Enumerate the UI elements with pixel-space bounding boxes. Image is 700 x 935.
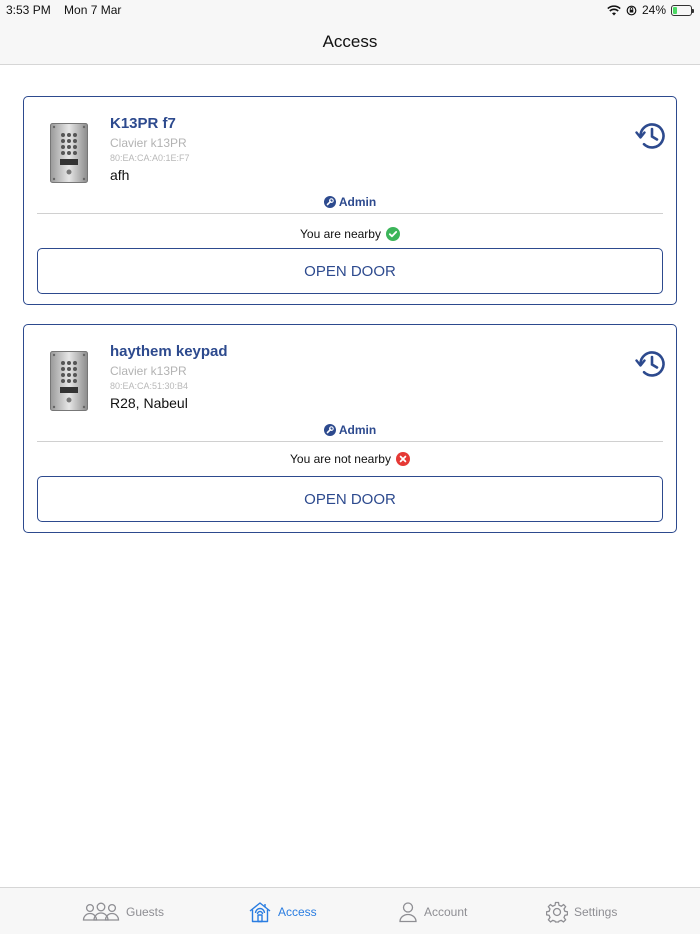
tab-label: Settings bbox=[574, 905, 617, 919]
tab-guests[interactable]: Guests bbox=[82, 888, 164, 935]
device-mac-address: 80:EA:CA:51:30:B4 bbox=[110, 381, 188, 391]
device-mac-address: 80:EA:CA:A0:1E:F7 bbox=[110, 153, 190, 163]
role-badge: Admin bbox=[24, 195, 676, 209]
tab-label: Access bbox=[278, 905, 317, 919]
device-location: afh bbox=[110, 167, 129, 183]
navigation-bar: Access bbox=[0, 20, 700, 65]
wrench-icon bbox=[324, 196, 336, 208]
tab-account[interactable]: Account bbox=[398, 888, 467, 935]
divider bbox=[37, 213, 663, 214]
gear-icon bbox=[546, 901, 568, 923]
device-model: Clavier k13PR bbox=[110, 136, 187, 150]
device-name: haythem keypad bbox=[110, 343, 228, 360]
open-door-button[interactable]: OPEN DOOR bbox=[37, 248, 663, 294]
wrench-icon bbox=[324, 424, 336, 436]
tab-label: Guests bbox=[126, 905, 164, 919]
status-time: 3:53 PM bbox=[6, 3, 51, 17]
wifi-icon bbox=[607, 5, 621, 16]
device-card: haythem keypad Clavier k13PR 80:EA:CA:51… bbox=[23, 324, 677, 533]
divider bbox=[37, 441, 663, 442]
keypad-device-image bbox=[50, 123, 88, 183]
guests-icon bbox=[82, 902, 120, 922]
proximity-status: You are nearby bbox=[24, 227, 676, 241]
tab-label: Account bbox=[424, 905, 467, 919]
open-door-button[interactable]: OPEN DOOR bbox=[37, 476, 663, 522]
tab-access[interactable]: Access bbox=[248, 888, 317, 935]
page-title: Access bbox=[323, 32, 378, 52]
proximity-text: You are not nearby bbox=[290, 452, 391, 466]
role-badge: Admin bbox=[24, 423, 676, 437]
battery-percent: 24% bbox=[642, 3, 666, 17]
device-location: R28, Nabeul bbox=[110, 395, 188, 411]
device-model: Clavier k13PR bbox=[110, 364, 187, 378]
battery-icon bbox=[671, 5, 692, 16]
x-circle-icon bbox=[396, 452, 410, 466]
status-date: Mon 7 Mar bbox=[64, 3, 121, 17]
device-name: K13PR f7 bbox=[110, 115, 176, 132]
person-icon bbox=[398, 901, 418, 923]
check-circle-icon bbox=[386, 227, 400, 241]
home-access-icon bbox=[248, 901, 272, 923]
device-card: K13PR f7 Clavier k13PR 80:EA:CA:A0:1E:F7… bbox=[23, 96, 677, 305]
role-label: Admin bbox=[339, 195, 376, 209]
proximity-status: You are not nearby bbox=[24, 452, 676, 466]
status-bar: 3:53 PM Mon 7 Mar 24% bbox=[0, 0, 700, 20]
history-icon[interactable] bbox=[634, 119, 668, 153]
tab-bar: Guests Access Account bbox=[0, 887, 700, 934]
role-label: Admin bbox=[339, 423, 376, 437]
history-icon[interactable] bbox=[634, 347, 668, 381]
proximity-text: You are nearby bbox=[300, 227, 381, 241]
tab-settings[interactable]: Settings bbox=[546, 888, 617, 935]
orientation-lock-icon bbox=[626, 5, 637, 16]
keypad-device-image bbox=[50, 351, 88, 411]
